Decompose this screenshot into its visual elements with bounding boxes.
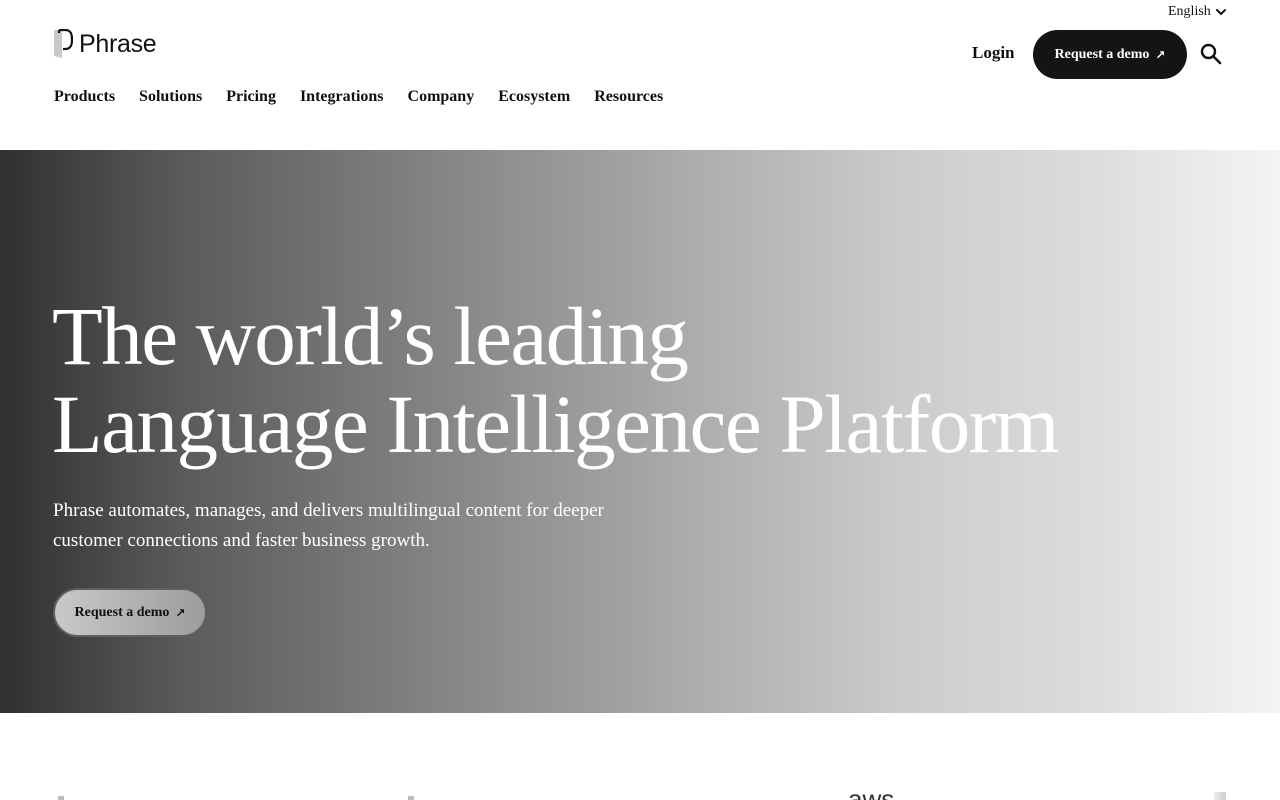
phrase-logo[interactable]: Phrase: [53, 29, 157, 59]
hero-subtitle: Phrase automates, manages, and delivers …: [53, 500, 604, 551]
hero-request-demo-button[interactable]: Request a demo ↗: [53, 588, 207, 637]
language-selector[interactable]: English: [1168, 3, 1227, 21]
customer-logo-fragment: [408, 796, 414, 800]
hero-request-demo-label: Request a demo: [74, 604, 170, 620]
nav-item-integrations[interactable]: Integrations: [300, 88, 384, 110]
search-icon[interactable]: [1200, 43, 1222, 65]
nav-item-pricing[interactable]: Pricing: [226, 88, 276, 110]
chevron-down-icon: [1215, 9, 1226, 16]
request-demo-label: Request a demo: [1054, 46, 1150, 62]
arrow-up-right-icon: ↗: [1155, 47, 1166, 62]
nav-item-company[interactable]: Company: [408, 88, 475, 110]
main-nav: Products Solutions Pricing Integrations …: [54, 88, 663, 110]
customer-logo-fragment: [58, 796, 64, 800]
hero-title-line-1: The world’s leading: [52, 290, 689, 382]
login-link[interactable]: Login: [972, 43, 1015, 65]
hero-title-line-2: Language Intelligence Platform: [52, 378, 1059, 470]
brand-name: Phrase: [79, 30, 157, 58]
language-label: English: [1168, 4, 1211, 19]
customer-logo-fragment: [1214, 792, 1226, 800]
nav-item-resources[interactable]: Resources: [594, 88, 663, 110]
hero-title: The world’s leading Language Intelligenc…: [52, 292, 1232, 468]
nav-item-products[interactable]: Products: [54, 88, 115, 110]
nav-item-ecosystem[interactable]: Ecosystem: [498, 88, 570, 110]
request-demo-button[interactable]: Request a demo ↗: [1033, 30, 1187, 79]
arrow-up-right-icon: ↗: [175, 605, 186, 620]
aws-logo: aws: [848, 784, 895, 800]
customer-logos-strip: aws: [0, 713, 1280, 800]
phrase-logo-icon: [54, 29, 73, 58]
nav-item-solutions[interactable]: Solutions: [139, 88, 202, 110]
hero-section: The world’s leading Language Intelligenc…: [0, 150, 1280, 713]
